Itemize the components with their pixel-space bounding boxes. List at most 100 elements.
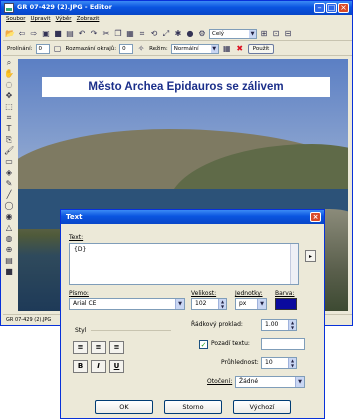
palette-icon[interactable]: ▤ <box>4 256 14 266</box>
size-label: Velikost: <box>191 290 217 297</box>
resize-icon[interactable]: ⤢ <box>161 29 171 39</box>
spinner-arrows-icon[interactable]: ▲ ▼ <box>218 299 226 309</box>
feather-label: Prolínání: <box>7 45 33 52</box>
brush-tool-icon[interactable]: 🖌 <box>4 146 14 156</box>
text-background-color[interactable] <box>261 338 305 350</box>
color-swatch[interactable] <box>275 298 297 310</box>
color-swatch-icon[interactable]: ■ <box>4 267 14 277</box>
redeye-tool-icon[interactable]: ◉ <box>4 212 14 222</box>
text-input[interactable]: {D} <box>69 243 299 285</box>
shape-tool-icon[interactable]: ◯ <box>4 201 14 211</box>
menu-view[interactable]: Zobrazit <box>77 16 100 26</box>
zoom-tool-icon[interactable]: ⌕ <box>4 58 14 68</box>
text-background-checkbox[interactable]: ✓ <box>199 340 208 349</box>
dialog-title-bar: Text × <box>61 210 324 224</box>
window-title: GR 07-429 (2).JPG - Editor <box>17 3 112 11</box>
open-folder-icon[interactable]: ▣ <box>41 29 51 39</box>
text-background-label: Pozadí textu: <box>211 340 250 347</box>
feather-input[interactable]: 0 <box>35 43 50 54</box>
redeye-icon[interactable]: ● <box>185 29 195 39</box>
insert-field-button[interactable]: ▸ <box>305 250 316 262</box>
crop-icon[interactable]: ⌗ <box>137 29 147 39</box>
text-dialog: Text × Text: {D} ▸ Písmo: Arial CE ▼ Vel… <box>60 209 325 419</box>
text-tool-icon[interactable]: T <box>4 124 14 134</box>
forward-arrow-icon[interactable]: ⇨ <box>29 29 39 39</box>
line-tool-icon[interactable]: ╱ <box>4 190 14 200</box>
cancel-selection-icon[interactable]: ✖ <box>235 44 245 54</box>
lasso-icon: ▢ <box>53 43 62 53</box>
undo-icon[interactable]: ↶ <box>77 29 87 39</box>
close-button[interactable]: × <box>338 3 349 13</box>
paste-icon[interactable]: ▦ <box>125 29 135 39</box>
units-select[interactable]: px ▼ <box>235 298 267 310</box>
mode-select[interactable]: Normální ▼ <box>170 43 219 54</box>
rounding-input[interactable]: 0 <box>119 43 134 54</box>
spinner-arrows-icon[interactable]: ▲ ▼ <box>288 358 296 368</box>
fill-tool-icon[interactable]: ◈ <box>4 168 14 178</box>
title-bar: GR 07-429 (2).JPG - Editor – □ × <box>1 1 352 15</box>
bold-button[interactable]: B <box>73 360 88 373</box>
opacity-label: Průhlednost: <box>221 359 259 366</box>
effects-icon[interactable]: ✱ <box>173 29 183 39</box>
line-spacing-spinner[interactable]: 1.00 ▲ ▼ <box>261 319 297 331</box>
tools-icon[interactable]: ⚙ <box>197 29 207 39</box>
magic-wand-icon: ✧ <box>137 43 145 53</box>
stamp-tool-icon[interactable]: ⊕ <box>4 245 14 255</box>
move-tool-icon[interactable]: ✥ <box>4 91 14 101</box>
maximize-button[interactable]: □ <box>326 3 337 13</box>
default-button[interactable]: Výchozí <box>233 400 291 414</box>
spinner-arrows-icon[interactable]: ▲ ▼ <box>288 320 296 330</box>
cancel-button[interactable]: Storno <box>164 400 222 414</box>
rect-select-icon[interactable]: ⬚ <box>4 102 14 112</box>
size-value: 102 <box>195 300 207 307</box>
zoom-combo[interactable]: Celý ▼ <box>209 28 257 39</box>
blur-tool-icon[interactable]: ◍ <box>4 234 14 244</box>
menu-edit[interactable]: Upravit <box>30 16 50 26</box>
grid-icon[interactable]: ▦ <box>222 44 232 54</box>
opacity-spinner[interactable]: 10 ▲ ▼ <box>261 357 297 369</box>
redo-icon[interactable]: ↷ <box>89 29 99 39</box>
underline-button[interactable]: U <box>109 360 124 373</box>
size-spinner[interactable]: 102 ▲ ▼ <box>191 298 227 310</box>
minimize-button[interactable]: – <box>314 3 325 13</box>
style-label: Styl <box>75 327 87 334</box>
tool-palette: ⌕ ✋ ◌ ✥ ⬚ ⌗ T ⎘ 🖌 ▭ ◈ ✎ ╱ ◯ ◉ △ ◍ ⊕ ▤ ■ <box>3 58 15 311</box>
menu-selection[interactable]: Výběr <box>56 16 72 26</box>
fit-icon[interactable]: ⊞ <box>259 29 269 39</box>
open-icon[interactable]: 📂 <box>5 29 15 39</box>
italic-button[interactable]: I <box>91 360 106 373</box>
sharpen-tool-icon[interactable]: △ <box>4 223 14 233</box>
font-select[interactable]: Arial CE ▼ <box>69 298 185 310</box>
copy-icon[interactable]: ❐ <box>113 29 123 39</box>
print-icon[interactable]: ▤ <box>65 29 75 39</box>
chevron-down-icon: ▼ <box>210 44 218 53</box>
text-scrollbar[interactable] <box>290 244 298 284</box>
lasso-tool-icon[interactable]: ◌ <box>4 80 14 90</box>
text-label: Text: <box>69 234 84 241</box>
rotate-icon[interactable]: ⟲ <box>149 29 159 39</box>
save-icon[interactable]: ■ <box>53 29 63 39</box>
cut-icon[interactable]: ✂ <box>101 29 111 39</box>
align-left-button[interactable]: ≡ <box>73 341 88 354</box>
eraser-tool-icon[interactable]: ▭ <box>4 157 14 167</box>
back-arrow-icon[interactable]: ⇦ <box>17 29 27 39</box>
chevron-down-icon: ▼ <box>249 29 256 38</box>
actual-size-icon[interactable]: ⊟ <box>283 29 293 39</box>
zoom-combo-value: Celý <box>212 30 225 37</box>
font-label: Písmo: <box>69 290 89 297</box>
ok-button[interactable]: OK <box>95 400 153 414</box>
crop-tool-icon[interactable]: ⌗ <box>4 113 14 123</box>
clone-tool-icon[interactable]: ⎘ <box>4 135 14 145</box>
fullscreen-icon[interactable]: ⊡ <box>271 29 281 39</box>
menu-file[interactable]: Soubor <box>6 16 25 26</box>
dialog-close-icon[interactable]: × <box>310 212 321 222</box>
eyedropper-tool-icon[interactable]: ✎ <box>4 179 14 189</box>
hand-tool-icon[interactable]: ✋ <box>4 69 14 79</box>
color-label: Barva: <box>275 290 295 297</box>
align-right-button[interactable]: ≡ <box>109 341 124 354</box>
line-spacing-label: Řádkový proklad: <box>191 321 243 328</box>
rotation-select[interactable]: Žádné ▼ <box>235 376 305 388</box>
align-center-button[interactable]: ≡ <box>91 341 106 354</box>
apply-button[interactable]: Použít <box>247 43 275 54</box>
canvas-text-banner[interactable]: Město Archea Epidauros se zálivem <box>42 77 330 97</box>
